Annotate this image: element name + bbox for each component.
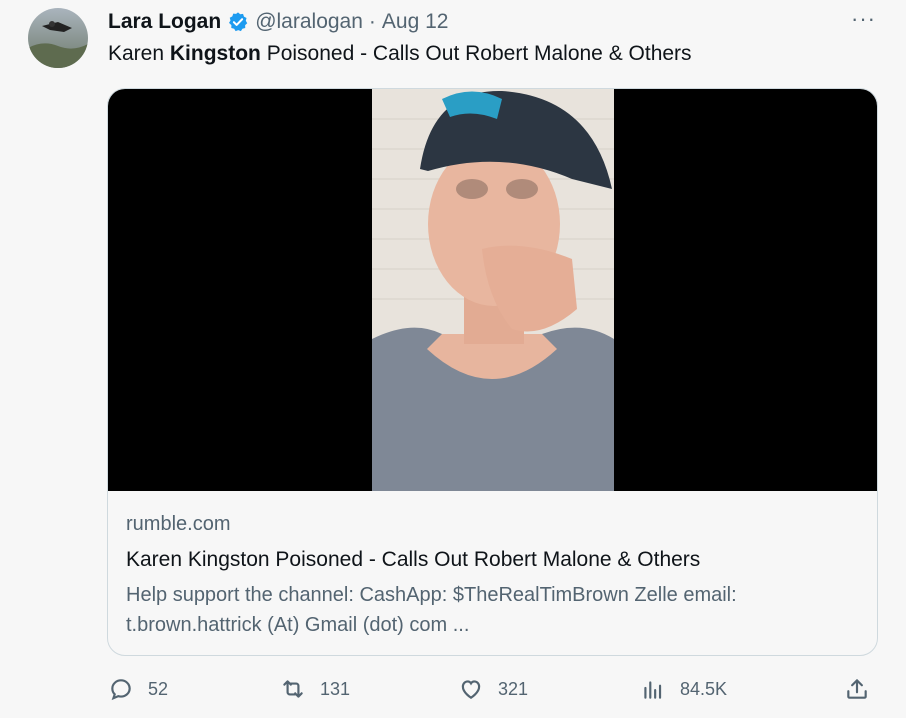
reply-icon — [111, 679, 131, 701]
heart-icon — [461, 680, 481, 699]
author-name[interactable]: Lara Logan — [108, 10, 221, 34]
views-count: 84.5K — [680, 678, 728, 699]
views-icon — [644, 681, 662, 699]
share-icon — [847, 679, 867, 699]
link-card[interactable]: rumble.com Karen Kingston Poisoned - Cal… — [107, 88, 878, 656]
tweet-date[interactable]: Aug 12 — [382, 10, 449, 34]
avatar[interactable] — [28, 8, 88, 68]
reply-button[interactable]: 52 — [108, 676, 168, 702]
tweet-header: Lara Logan @laralogan · Aug 12 — [108, 8, 448, 36]
card-description: Help support the channel: CashApp: $TheR… — [126, 584, 737, 636]
views-button[interactable]: 84.5K — [640, 676, 727, 702]
video-thumbnail[interactable] — [108, 89, 877, 491]
card-body: rumble.com Karen Kingston Poisoned - Cal… — [126, 513, 859, 640]
tweet-text: Karen Kingston Poisoned - Calls Out Robe… — [108, 42, 692, 66]
repost-count: 131 — [320, 678, 351, 699]
like-button[interactable]: 321 — [458, 676, 528, 702]
tweet: Lara Logan @laralogan · Aug 12 ··· Karen… — [0, 0, 906, 718]
share-button[interactable] — [844, 676, 870, 702]
card-domain: rumble.com — [126, 513, 231, 535]
action-bar: 52 131 321 84.5K — [108, 676, 872, 706]
tweet-text-bold: Kingston — [169, 42, 261, 65]
more-options-icon[interactable]: ··· — [851, 6, 876, 32]
repost-icon — [283, 680, 303, 698]
header-separator: · — [368, 10, 376, 33]
card-title[interactable]: Karen Kingston Poisoned - Calls Out Robe… — [126, 548, 859, 572]
video-frame-image — [372, 89, 614, 491]
like-count: 321 — [498, 678, 529, 699]
tweet-text-post: Poisoned - Calls Out Robert Malone & Oth… — [260, 42, 692, 65]
reply-count: 52 — [148, 678, 169, 699]
repost-button[interactable]: 131 — [280, 676, 350, 702]
tweet-text-pre: Karen — [108, 42, 170, 65]
verified-badge-icon — [227, 11, 249, 33]
author-handle[interactable]: @laralogan — [255, 10, 363, 34]
